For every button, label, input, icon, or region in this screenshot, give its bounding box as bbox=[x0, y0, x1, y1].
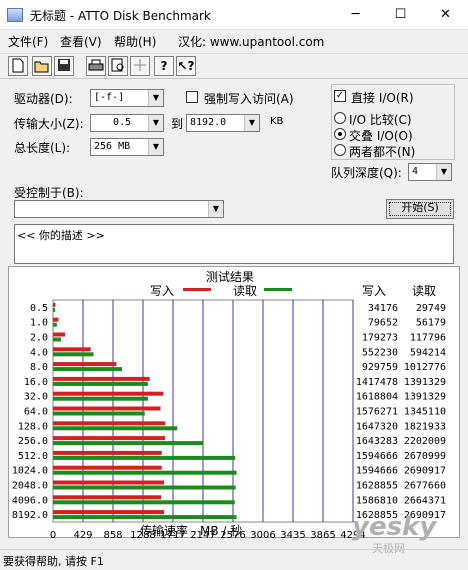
y-tick-label: 2.0 bbox=[30, 333, 48, 344]
write-bar bbox=[53, 362, 117, 367]
read-value: 2202009 bbox=[404, 436, 446, 447]
write-bar bbox=[53, 510, 165, 515]
write-value: 1586810 bbox=[356, 495, 398, 506]
write-bar bbox=[53, 332, 66, 337]
write-bar bbox=[53, 480, 165, 485]
read-value: 117796 bbox=[410, 333, 446, 344]
read-bar bbox=[53, 455, 236, 460]
read-value: 1012776 bbox=[404, 362, 446, 373]
read-bar bbox=[53, 396, 148, 401]
read-bar bbox=[53, 485, 236, 490]
write-value: 179273 bbox=[362, 333, 398, 344]
y-tick-label: 0.5 bbox=[30, 303, 48, 314]
read-value: 594214 bbox=[410, 347, 446, 358]
write-bar bbox=[53, 376, 150, 381]
read-value: 1391329 bbox=[404, 392, 446, 403]
read-bar bbox=[53, 470, 237, 475]
x-tick-label: 429 bbox=[73, 530, 92, 541]
y-tick-label: 1.0 bbox=[30, 318, 48, 329]
read-value: 2677660 bbox=[404, 481, 446, 492]
read-bar bbox=[53, 441, 204, 446]
write-value: 1647320 bbox=[356, 421, 398, 432]
read-bar bbox=[53, 322, 57, 327]
write-value: 552230 bbox=[362, 347, 398, 358]
y-tick-label: 32.0 bbox=[24, 392, 48, 403]
read-bar bbox=[53, 515, 237, 520]
results-chart: 0 429 858 1288 1717 2147 2576 3006 3435 3865 42940… bbox=[12, 299, 446, 541]
write-value: 929759 bbox=[362, 362, 398, 373]
read-value: 1821933 bbox=[404, 421, 446, 432]
read-bar bbox=[53, 381, 148, 386]
write-bar bbox=[53, 495, 162, 500]
read-bar bbox=[53, 352, 94, 357]
watermark-logo: yesky bbox=[352, 512, 437, 542]
write-bar bbox=[53, 347, 91, 352]
write-bar bbox=[53, 302, 56, 307]
y-tick-label: 64.0 bbox=[24, 407, 48, 418]
write-value: 34176 bbox=[368, 303, 398, 314]
write-bar bbox=[53, 450, 162, 455]
x-tick-label: 3006 bbox=[250, 530, 275, 541]
read-value: 2664371 bbox=[404, 495, 446, 506]
y-tick-label: 2048.0 bbox=[12, 481, 48, 492]
write-bar bbox=[53, 317, 59, 322]
x-axis-label: 传输速率 - MB / 秒 bbox=[140, 524, 243, 538]
write-value: 1417478 bbox=[356, 377, 398, 388]
y-tick-label: 128.0 bbox=[18, 421, 48, 432]
write-bar bbox=[53, 436, 166, 441]
y-tick-label: 8.0 bbox=[30, 362, 48, 373]
x-tick-label: 858 bbox=[103, 530, 122, 541]
write-value: 1643283 bbox=[356, 436, 398, 447]
write-bar bbox=[53, 465, 162, 470]
write-bar bbox=[53, 421, 166, 426]
y-tick-label: 8192.0 bbox=[12, 510, 48, 521]
read-bar bbox=[53, 367, 123, 372]
y-tick-label: 512.0 bbox=[18, 451, 48, 462]
read-bar bbox=[53, 411, 145, 416]
read-value: 2670999 bbox=[404, 451, 446, 462]
y-tick-label: 4096.0 bbox=[12, 495, 48, 506]
write-value: 1618804 bbox=[356, 392, 398, 403]
read-bar bbox=[53, 307, 56, 312]
x-tick-label: 0 bbox=[50, 530, 56, 541]
read-value: 1391329 bbox=[404, 377, 446, 388]
read-bar bbox=[53, 426, 178, 431]
y-tick-label: 1024.0 bbox=[12, 466, 48, 477]
y-tick-label: 16.0 bbox=[24, 377, 48, 388]
write-value: 1594666 bbox=[356, 451, 398, 462]
write-bar bbox=[53, 391, 164, 396]
read-bar bbox=[53, 500, 235, 505]
read-value: 1345110 bbox=[404, 407, 446, 418]
x-tick-label: 3865 bbox=[310, 530, 335, 541]
x-tick-label: 3435 bbox=[280, 530, 305, 541]
write-value: 79652 bbox=[368, 318, 398, 329]
write-bar bbox=[53, 406, 161, 411]
read-bar bbox=[53, 337, 62, 342]
read-value: 29749 bbox=[416, 303, 446, 314]
y-tick-label: 256.0 bbox=[18, 436, 48, 447]
write-value: 1594666 bbox=[356, 466, 398, 477]
read-value: 56179 bbox=[416, 318, 446, 329]
write-value: 1576271 bbox=[356, 407, 398, 418]
y-tick-label: 4.0 bbox=[30, 347, 48, 358]
read-value: 2690917 bbox=[404, 466, 446, 477]
write-value: 1628855 bbox=[356, 481, 398, 492]
status-text: 要获得帮助, 请按 F1 bbox=[3, 555, 104, 568]
